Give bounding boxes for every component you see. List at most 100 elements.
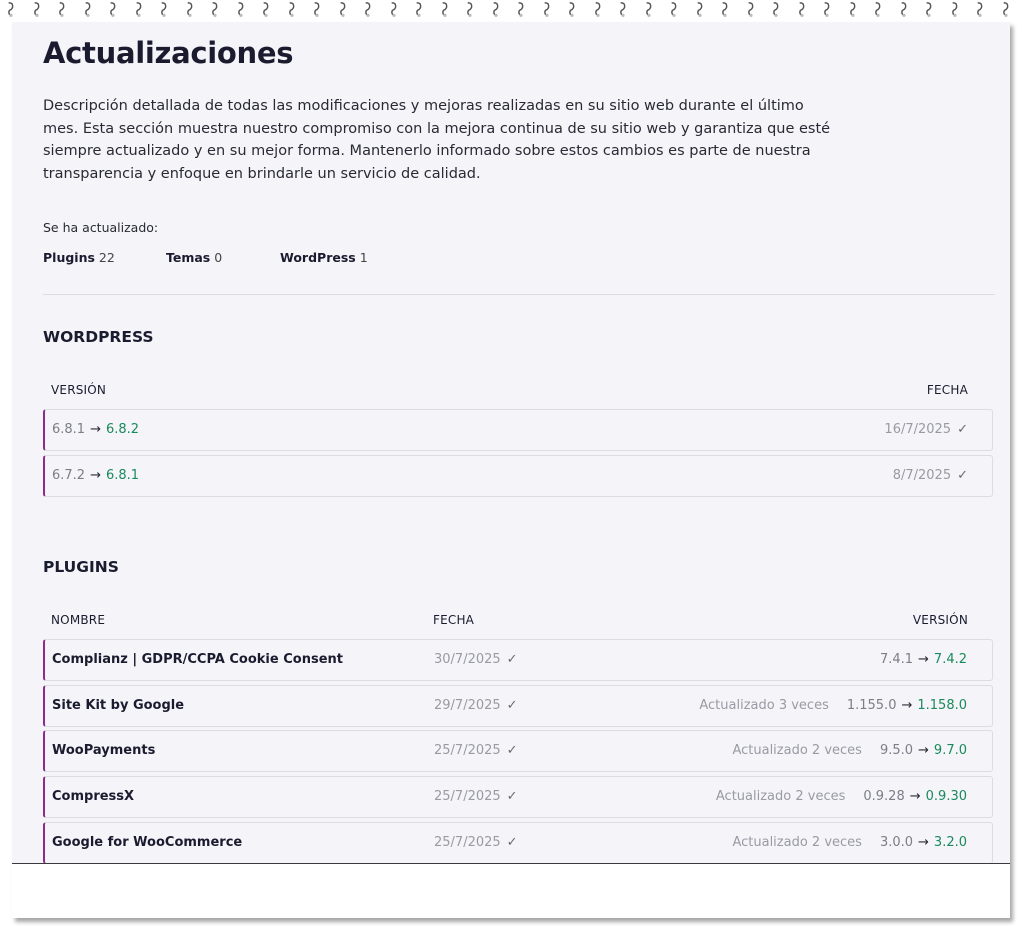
plugin-name: CompressX — [52, 789, 135, 804]
wordpress-heading: WORDPRESS — [43, 328, 154, 346]
summary-wordpress-count: 1 — [359, 250, 368, 265]
check-icon: ✓ — [957, 468, 968, 483]
version-change: 6.7.2 → 6.8.1 — [52, 456, 139, 496]
spiral-ring — [314, 2, 320, 17]
spiral-ring — [288, 2, 294, 17]
check-icon: ✓ — [957, 422, 968, 437]
plugin-name: Google for WooCommerce — [52, 835, 243, 850]
wordpress-col-version: VERSIÓN — [51, 383, 107, 397]
spiral-ring — [722, 2, 728, 17]
spiral-ring — [620, 2, 626, 17]
page-description: Descripción detallada de todas las modif… — [43, 98, 831, 182]
spiral-ring — [798, 2, 804, 17]
spiral-ring — [441, 2, 447, 17]
plugin-row[interactable]: Google for WooCommerce 25/7/2025 ✓ Actual… — [43, 822, 993, 863]
summary-themes-label: Temas — [166, 250, 211, 265]
update-date: 30/7/2025 ✓ — [434, 640, 518, 680]
date-text: 25/7/2025 — [434, 743, 501, 758]
spiral-ring — [747, 2, 753, 17]
version-change: Actualizado 2 veces 0.9.28 → 0.9.30 — [716, 777, 967, 817]
updates-panel: Actualizaciones Descripción detallada de… — [12, 22, 1010, 864]
plugin-row[interactable]: WooPayments 25/7/2025 ✓ Actualizado 2 vec… — [43, 730, 993, 772]
spiral-ring — [186, 2, 192, 17]
date-text: 25/7/2025 — [434, 835, 501, 850]
spiral-ring — [543, 2, 549, 17]
version-change: 6.8.1 → 6.8.2 — [52, 410, 139, 450]
spiral-ring — [696, 2, 702, 17]
check-icon: ✓ — [506, 652, 518, 667]
summary-plugins-count: 22 — [98, 250, 115, 265]
spiral-ring — [161, 2, 167, 17]
old-version: 6.7.2 — [52, 468, 86, 483]
version-change: Actualizado 3 veces 1.155.0 → 1.158.0 — [699, 686, 967, 726]
summary-themes: Temas 0 — [166, 250, 222, 265]
arrow-right-icon: → — [918, 835, 929, 850]
new-version: 6.8.1 — [105, 468, 140, 483]
spiral-ring — [926, 2, 932, 17]
old-version: 1.155.0 — [846, 698, 897, 713]
spiral-ring — [900, 2, 906, 17]
arrow-right-icon: → — [90, 422, 101, 437]
check-icon: ✓ — [506, 789, 518, 804]
old-version: 0.9.28 — [863, 789, 905, 804]
new-version: 7.4.2 — [933, 652, 967, 667]
plugin-name: Site Kit by Google — [52, 698, 185, 713]
spiral-ring — [237, 2, 243, 17]
spiral-ring — [135, 2, 141, 17]
spiral-ring — [263, 2, 269, 17]
old-version: 3.0.0 — [879, 835, 914, 850]
check-icon: ✓ — [506, 835, 518, 850]
plugin-name: WooPayments — [52, 743, 156, 758]
spiral-ring — [339, 2, 345, 17]
spiral-ring — [824, 2, 830, 17]
arrow-right-icon: → — [918, 652, 929, 667]
version-change: 7.4.1 → 7.4.2 — [880, 640, 967, 680]
plugins-col-version: VERSIÓN — [912, 613, 968, 627]
spiral-ring — [1002, 2, 1008, 17]
spiral-ring — [773, 2, 779, 17]
spiral-ring — [467, 2, 473, 17]
new-version: 0.9.30 — [925, 789, 967, 804]
plugin-row[interactable]: Complianz | GDPR/CCPA Cookie Consent 30/… — [43, 639, 993, 681]
update-date: 25/7/2025 ✓ — [434, 823, 518, 863]
spiral-ring — [645, 2, 651, 17]
spiral-ring — [569, 2, 575, 17]
plugins-col-date: FECHA — [433, 613, 475, 627]
arrow-right-icon: → — [909, 789, 921, 804]
old-version: 7.4.1 — [879, 652, 914, 667]
wordpress-row[interactable]: 6.8.1 → 6.8.2 16/7/2025 ✓ — [43, 409, 993, 451]
update-date: 16/7/2025 ✓ — [884, 410, 968, 450]
update-date: 8/7/2025 ✓ — [893, 456, 968, 496]
plugin-row[interactable]: Site Kit by Google 29/7/2025 ✓ Actualizad… — [43, 685, 993, 727]
spiral-ring — [365, 2, 371, 17]
divider — [43, 294, 995, 295]
new-version: 1.158.0 — [917, 698, 967, 713]
plugin-row[interactable]: CompressX 25/7/2025 ✓ Actualizado 2 veces… — [43, 776, 993, 818]
spiral-ring — [518, 2, 524, 17]
spiral-ring — [671, 2, 677, 17]
new-version: 3.2.0 — [933, 835, 967, 850]
spiral-ring — [110, 2, 116, 17]
update-date: 25/7/2025 ✓ — [434, 777, 518, 817]
date-text: 8/7/2025 — [892, 468, 952, 483]
update-count: Actualizado 2 veces — [732, 743, 862, 758]
spiral-ring — [84, 2, 90, 17]
summary-label: Se ha actualizado: — [43, 220, 159, 235]
update-date: 29/7/2025 ✓ — [434, 686, 518, 726]
version-change: Actualizado 2 veces 3.0.0 → 3.2.0 — [732, 823, 967, 863]
spiral-ring — [59, 2, 65, 17]
wordpress-col-date: FECHA — [926, 383, 968, 397]
spiral-ring — [390, 2, 396, 17]
update-count: Actualizado 2 veces — [715, 789, 846, 804]
spiral-ring — [212, 2, 218, 17]
date-text: 29/7/2025 — [434, 698, 501, 713]
arrow-right-icon: → — [918, 743, 929, 758]
plugins-col-name: NOMBRE — [51, 613, 106, 627]
arrow-right-icon: → — [90, 468, 101, 483]
version-change: Actualizado 2 veces 9.5.0 → 9.7.0 — [732, 731, 967, 771]
wordpress-row[interactable]: 6.7.2 → 6.8.1 8/7/2025 ✓ — [43, 455, 993, 497]
spiral-ring — [951, 2, 957, 17]
arrow-right-icon: → — [901, 698, 913, 713]
spiral-ring — [492, 2, 498, 17]
spiral-ring — [594, 2, 600, 17]
